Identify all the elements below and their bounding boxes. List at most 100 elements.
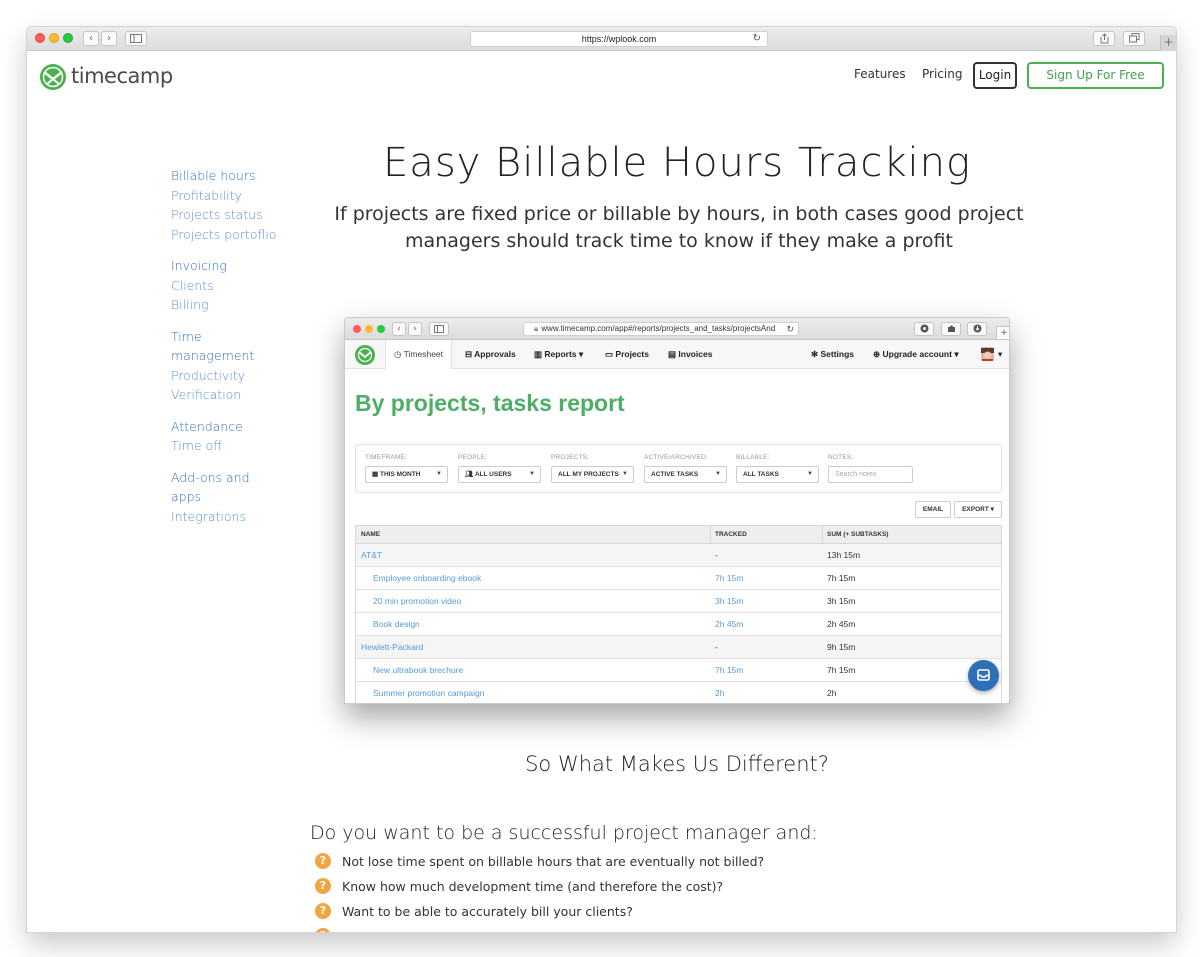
sidebar-item-productivity[interactable]: Productivity (171, 366, 301, 386)
section-title-project-manager: Do you want to be a successful project m… (310, 822, 818, 844)
sidebar-toggle-icon[interactable] (125, 31, 147, 46)
question-mark-icon: ? (315, 903, 331, 919)
address-bar-url: https://wplook.com (581, 34, 657, 44)
row-name: New ultrabook brechure (373, 665, 464, 675)
table-row: Hewlett-Packard - 9h 15m (355, 636, 1002, 659)
sidebar-group-billable: Billable hours Profitability Projects st… (171, 166, 301, 244)
signup-button[interactable]: Sign Up For Free (1027, 62, 1164, 89)
table-row: New ultrabook brechure 7h 15m 7h 15m (355, 659, 1002, 682)
screenshot-address-bar: 🔒︎ www.timecamp.com/app#/reports/projects… (523, 322, 799, 336)
caret-down-icon: ▼ (715, 471, 721, 477)
filter-projects-label: PROJECTS: (551, 454, 590, 461)
screenshot-tab-reports: ▥ Reports ▾ (534, 340, 583, 368)
folder-icon: ▭ (605, 349, 614, 359)
question-text: Not lose time spent on billable hours th… (342, 854, 765, 869)
sidebar-item-billing[interactable]: Billing (171, 295, 301, 315)
minimize-window-button[interactable] (49, 33, 59, 43)
screenshot-sidebar-icon (429, 322, 449, 336)
caret-down-icon: ▼ (529, 471, 535, 477)
column-header-sum: SUM (+ SUBTASKS) (827, 531, 889, 538)
screenshot-puzzle-icon (941, 322, 961, 336)
section-title-different: So What Makes Us Different? (525, 752, 829, 776)
table-row: Book design 2h 45m 2h 45m (355, 613, 1002, 636)
screenshot-reload-icon: ↻ (786, 324, 794, 334)
sidebar-item-attendance[interactable]: Attendance (171, 417, 301, 437)
report-filters: TIMEFRAME: ▦ THIS MONTH ▼ PEOPLE: 👥︎ ALL … (355, 444, 1002, 493)
sidebar-group-invoicing: Invoicing Clients Billing (171, 256, 301, 315)
screenshot-tab-reports-label: Reports (544, 349, 577, 359)
calendar-icon: ▦ (372, 471, 379, 478)
sidebar-item-projects-portfolio[interactable]: Projects portoflio (171, 225, 301, 245)
screenshot-tab-projects: ▭ Projects (605, 340, 649, 368)
share-icon[interactable] (1093, 31, 1115, 46)
row-tracked: 7h 15m (715, 665, 744, 675)
filter-billable-label: BILLABLE: (736, 454, 770, 461)
filter-people-value: ALL USERS (474, 471, 512, 478)
page-title: Easy Billable Hours Tracking (383, 140, 971, 186)
row-tracked: 2h 45m (715, 619, 744, 629)
plus-circle-icon: ⊕ (873, 349, 881, 359)
zoom-window-button[interactable] (63, 33, 73, 43)
close-window-button[interactable] (35, 33, 45, 43)
column-header-tracked: TRACKED (715, 531, 747, 538)
caret-down-icon: ▼ (622, 471, 628, 477)
sidebar-item-verification[interactable]: Verification (171, 385, 301, 405)
inbox-icon: ⊟ (465, 349, 473, 359)
row-sum: 7h 15m (827, 665, 856, 675)
sidebar-item-billable-hours[interactable]: Billable hours (171, 166, 301, 186)
chat-inbox-icon (968, 660, 999, 691)
nav-pricing[interactable]: Pricing (922, 67, 962, 81)
table-header: NAME TRACKED SUM (+ SUBTASKS) (355, 525, 1002, 544)
sidebar-item-profitability[interactable]: Profitability (171, 186, 301, 206)
sidebar-group-attendance: Attendance Time off (171, 417, 301, 456)
screenshot-close-dot (353, 325, 361, 333)
sidebar-item-clients[interactable]: Clients (171, 276, 301, 296)
sidebar-item-projects-status[interactable]: Projects status (171, 205, 301, 225)
screenshot-tab-approvals: ⊟ Approvals (465, 340, 516, 368)
row-tracked: - (715, 550, 718, 560)
sidebar-item-invoicing[interactable]: Invoicing (171, 256, 301, 276)
filter-timeframe-select: ▦ THIS MONTH ▼ (365, 466, 448, 483)
notes-search-input: Search notes (828, 466, 913, 483)
row-sum: 2h 45m (827, 619, 856, 629)
screenshot-app-nav: ◷ Timesheet ⊟ Approvals ▥ Reports ▾ ▭ Pr… (345, 340, 1009, 369)
filter-projects-value: ALL MY PROJECTS (558, 471, 619, 478)
chevron-down-icon: ▾ (578, 349, 584, 359)
sidebar-item-time-management[interactable]: Time (171, 327, 301, 347)
login-button[interactable]: Login (973, 62, 1017, 89)
page-subtitle: If projects are fixed price or billable … (334, 203, 1024, 252)
sidebar-item-addons-cont[interactable]: apps (171, 487, 301, 507)
browser-toolbar: ‹ › https://wplook.com ↻ + (27, 27, 1176, 51)
question-text: Want to be able to accurately bill your … (342, 904, 633, 919)
row-tracked: - (715, 642, 718, 652)
back-icon[interactable]: ‹ (83, 31, 99, 46)
user-avatar (981, 347, 994, 361)
row-tracked: 2h (715, 688, 725, 698)
row-tracked: 3h 15m (715, 596, 744, 606)
sidebar-item-addons[interactable]: Add-ons and (171, 468, 301, 488)
screenshot-settings: ✻ Settings (811, 340, 854, 368)
nav-features[interactable]: Features (854, 67, 906, 81)
sidebar-item-time-management-cont[interactable]: management (171, 346, 301, 366)
sidebar-item-time-off[interactable]: Time off (171, 436, 301, 456)
row-name: 20 min promotion video (373, 596, 462, 606)
address-bar[interactable]: https://wplook.com ↻ (470, 31, 768, 47)
filter-billable-select: ALL TASKS ▼ (736, 466, 819, 483)
timecamp-logo[interactable]: timecamp (39, 63, 173, 91)
sidebar-group-time: Time management Productivity Verificatio… (171, 327, 301, 405)
tabs-overview-icon[interactable] (1123, 31, 1145, 46)
row-name: Employee onboarding ebook (373, 573, 482, 583)
caret-down-icon: ▾ (990, 506, 994, 513)
row-sum: 7h 15m (827, 573, 856, 583)
filter-active-select: ACTIVE TASKS ▼ (644, 466, 727, 483)
screenshot-tab-invoices: ▤ Invoices (668, 340, 712, 368)
filter-timeframe-value: THIS MONTH (379, 471, 421, 478)
question-mark-icon: ? (315, 928, 331, 932)
screenshot-tab-timesheet: ◷ Timesheet (385, 340, 453, 369)
sidebar-item-integrations[interactable]: Integrations (171, 507, 301, 527)
new-tab-icon[interactable]: + (1160, 35, 1176, 51)
screenshot-new-tab-icon: + (996, 326, 1009, 340)
reload-icon[interactable]: ↻ (753, 32, 761, 46)
forward-icon[interactable]: › (101, 31, 117, 46)
screenshot-browser-toolbar: ‹ › 🔒︎ www.timecamp.com/app#/reports/proj… (345, 318, 1009, 340)
